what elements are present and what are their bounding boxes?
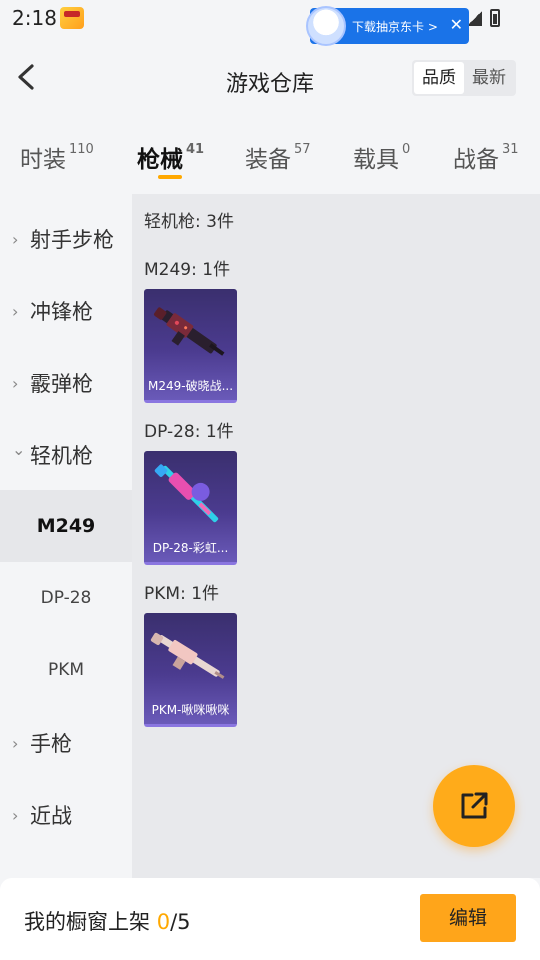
- shelf-count: 0: [156, 910, 171, 934]
- chevron-right-icon: ›: [12, 734, 19, 753]
- tab-count: 31: [502, 142, 519, 157]
- ad-text[interactable]: 下载抽京东卡 >: [352, 18, 438, 35]
- signal-icon: [468, 10, 482, 26]
- tab-label: 时装: [20, 147, 66, 173]
- sidebar-item-lmg[interactable]: ⌄ 轻机枪: [0, 418, 132, 490]
- tab-count: 57: [294, 142, 311, 157]
- m249-gun-image: [154, 307, 225, 356]
- sidebar-item-label: 近战: [30, 804, 72, 828]
- external-link-icon: [461, 792, 488, 819]
- ad-close-icon[interactable]: ✕: [450, 15, 463, 35]
- app-notification-icon: [60, 7, 84, 29]
- item-card-dp28[interactable]: DP-28-彩虹...: [144, 451, 237, 565]
- tab-count: 110: [69, 142, 94, 157]
- sidebar: › 射手步枪 › 冲锋枪 › 霰弹枪 ⌄ 轻机枪 M249 DP-28 PKM …: [0, 194, 132, 878]
- chevron-right-icon: ›: [12, 374, 19, 393]
- sidebar-item-label: 手枪: [30, 732, 72, 756]
- chevron-down-icon: ⌄: [12, 440, 26, 459]
- item-card-pkm[interactable]: PKM-啾咪啾咪: [144, 613, 237, 727]
- tab-guns[interactable]: 枪械 41: [137, 140, 204, 174]
- chevron-right-icon: ›: [12, 806, 19, 825]
- dp28-gun-image: [154, 464, 219, 523]
- item-card-m249[interactable]: M249-破晓战...: [144, 289, 237, 403]
- section-title-dp28: DP-28: 1件: [144, 422, 234, 442]
- tab-label: 战备: [453, 147, 499, 173]
- edit-button[interactable]: 编辑: [420, 894, 516, 942]
- tab-count: 41: [186, 142, 205, 157]
- sort-quality-button[interactable]: 品质: [414, 62, 464, 94]
- shelf-label: 我的橱窗上架: [24, 910, 157, 934]
- ad-banner[interactable]: 下载抽京东卡 > ✕: [306, 6, 469, 46]
- section-title-m249: M249: 1件: [144, 260, 231, 280]
- sidebar-subitem-pkm[interactable]: PKM: [0, 634, 132, 706]
- header: 游戏仓库 品质 最新: [0, 44, 540, 114]
- ad-avatar-icon: [306, 6, 346, 46]
- tab-vehicles[interactable]: 载具 0: [353, 140, 410, 174]
- sidebar-item-pistol[interactable]: › 手枪: [0, 706, 132, 778]
- tab-supplies[interactable]: 战备 31: [453, 140, 519, 174]
- chevron-right-icon: ›: [12, 230, 19, 249]
- sidebar-subitem-dp28[interactable]: DP-28: [0, 562, 132, 634]
- tab-label: 装备: [245, 147, 291, 173]
- battery-icon: [490, 9, 500, 27]
- group-title: 轻机枪: 3件: [144, 212, 234, 232]
- shelf-total: /5: [170, 910, 191, 934]
- sidebar-item-label: 冲锋枪: [30, 300, 93, 324]
- chevron-right-icon: ›: [12, 302, 19, 321]
- tab-label: 载具: [353, 147, 399, 173]
- tab-count: 0: [402, 142, 411, 157]
- active-tab-indicator: [158, 175, 182, 179]
- share-button[interactable]: [433, 765, 515, 847]
- category-tabs: 时装 110 枪械 41 装备 57 载具 0 战备 31: [0, 128, 540, 184]
- section-title-pkm: PKM: 1件: [144, 584, 220, 604]
- pkm-gun-image: [150, 632, 225, 679]
- item-card-name: M249-破晓战...: [148, 379, 234, 393]
- sort-toggle[interactable]: 品质 最新: [412, 60, 516, 96]
- system-icons: [468, 9, 500, 27]
- sidebar-subitem-m249[interactable]: M249: [0, 490, 132, 562]
- tab-fashion[interactable]: 时装 110: [20, 140, 94, 174]
- sidebar-item-shotgun[interactable]: › 霰弹枪: [0, 346, 132, 418]
- item-card-name: DP-28-彩虹...: [152, 541, 229, 555]
- sidebar-item-melee[interactable]: › 近战: [0, 778, 132, 850]
- status-time: 2:18: [12, 6, 57, 30]
- item-card-name: PKM-啾咪啾咪: [151, 703, 230, 717]
- sidebar-item-marksman-rifle[interactable]: › 射手步枪: [0, 202, 132, 274]
- sidebar-item-smg[interactable]: › 冲锋枪: [0, 274, 132, 346]
- sidebar-item-label: 霰弹枪: [30, 372, 93, 396]
- bottom-bar: 我的橱窗上架 0/5 编辑: [0, 878, 540, 960]
- tab-label: 枪械: [137, 147, 183, 173]
- sort-latest-button[interactable]: 最新: [464, 62, 514, 94]
- tab-equipment[interactable]: 装备 57: [245, 140, 311, 174]
- shelf-status: 我的橱窗上架 0/5: [24, 906, 191, 936]
- sidebar-item-label: 射手步枪: [30, 228, 114, 252]
- sidebar-item-label: 轻机枪: [30, 444, 93, 468]
